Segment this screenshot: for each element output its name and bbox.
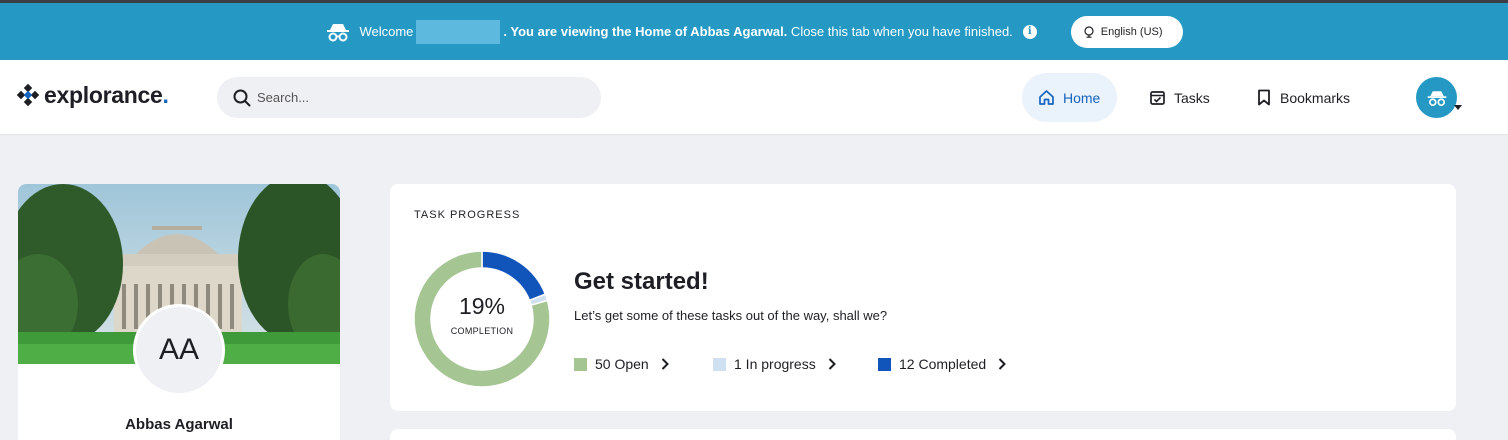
completed-label: 12 Completed bbox=[899, 356, 987, 372]
next-card bbox=[390, 429, 1456, 440]
task-progress-card: TASK PROGRESS 19% COMPLETION Get started… bbox=[390, 184, 1456, 411]
incognito-icon bbox=[1427, 90, 1446, 106]
section-title: TASK PROGRESS bbox=[414, 209, 521, 221]
welcome-text: Welcome bbox=[359, 24, 414, 39]
impersonation-banner: Welcome . You are viewing the Home of Ab… bbox=[0, 3, 1508, 60]
completed-swatch bbox=[878, 357, 891, 371]
chevron-right-icon bbox=[998, 358, 1007, 370]
language-selector[interactable]: English (US) bbox=[1070, 15, 1183, 48]
progress-subtext: Let’s get some of these tasks out of the… bbox=[574, 308, 888, 323]
chevron-right-icon bbox=[828, 358, 836, 370]
nav-tasks[interactable]: Tasks bbox=[1133, 73, 1226, 122]
tasks-icon bbox=[1150, 91, 1165, 105]
redacted-username bbox=[416, 19, 501, 44]
legend-completed[interactable]: 12 Completed bbox=[878, 356, 1007, 372]
explorance-logo[interactable]: explorance. bbox=[16, 82, 169, 109]
globe-icon bbox=[1084, 25, 1094, 38]
nav-home-label: Home bbox=[1063, 89, 1101, 106]
open-label: 50 Open bbox=[595, 356, 649, 372]
viewing-notice-bold: . You are viewing the Home of Abbas Agar… bbox=[503, 24, 788, 39]
completion-label: COMPLETION bbox=[450, 326, 514, 336]
chevron-right-icon bbox=[661, 358, 669, 370]
in-progress-swatch bbox=[713, 357, 726, 371]
open-swatch bbox=[574, 357, 587, 371]
user-menu-avatar[interactable] bbox=[1416, 77, 1462, 118]
caret-down-icon bbox=[1454, 105, 1462, 110]
nav-tasks-label: Tasks bbox=[1174, 89, 1210, 106]
profile-card: AA Abbas Agarwal bbox=[18, 184, 340, 440]
logo-dot: . bbox=[162, 82, 169, 108]
nav-bookmarks-label: Bookmarks bbox=[1280, 89, 1351, 106]
viewing-notice-text: Close this tab when you have finished. bbox=[787, 24, 1013, 39]
search-input[interactable] bbox=[257, 90, 577, 105]
progress-heading: Get started! bbox=[574, 268, 709, 295]
profile-name: Abbas Agarwal bbox=[125, 416, 233, 433]
legend-in-progress[interactable]: 1 In progress bbox=[713, 356, 836, 372]
search-icon bbox=[233, 89, 251, 106]
language-label: English (US) bbox=[1100, 25, 1163, 38]
in-progress-label: 1 In progress bbox=[734, 356, 816, 372]
info-icon[interactable]: i bbox=[1022, 24, 1037, 39]
completion-percent: 19% bbox=[458, 293, 506, 319]
search-bar[interactable] bbox=[217, 77, 601, 118]
completion-donut: 19% COMPLETION bbox=[413, 250, 551, 388]
nav-bookmarks[interactable]: Bookmarks bbox=[1240, 73, 1366, 122]
nav-home[interactable]: Home bbox=[1022, 73, 1117, 122]
bookmark-icon bbox=[1258, 89, 1270, 106]
legend-open[interactable]: 50 Open bbox=[574, 356, 669, 372]
avatar-initials: AA bbox=[133, 304, 225, 396]
home-icon bbox=[1039, 90, 1054, 105]
logo-text: explorance. bbox=[44, 82, 169, 108]
incognito-icon bbox=[327, 23, 350, 41]
top-navigation: explorance. Home Tasks Bookmarks bbox=[0, 60, 1508, 135]
logo-mark-icon bbox=[16, 83, 40, 106]
